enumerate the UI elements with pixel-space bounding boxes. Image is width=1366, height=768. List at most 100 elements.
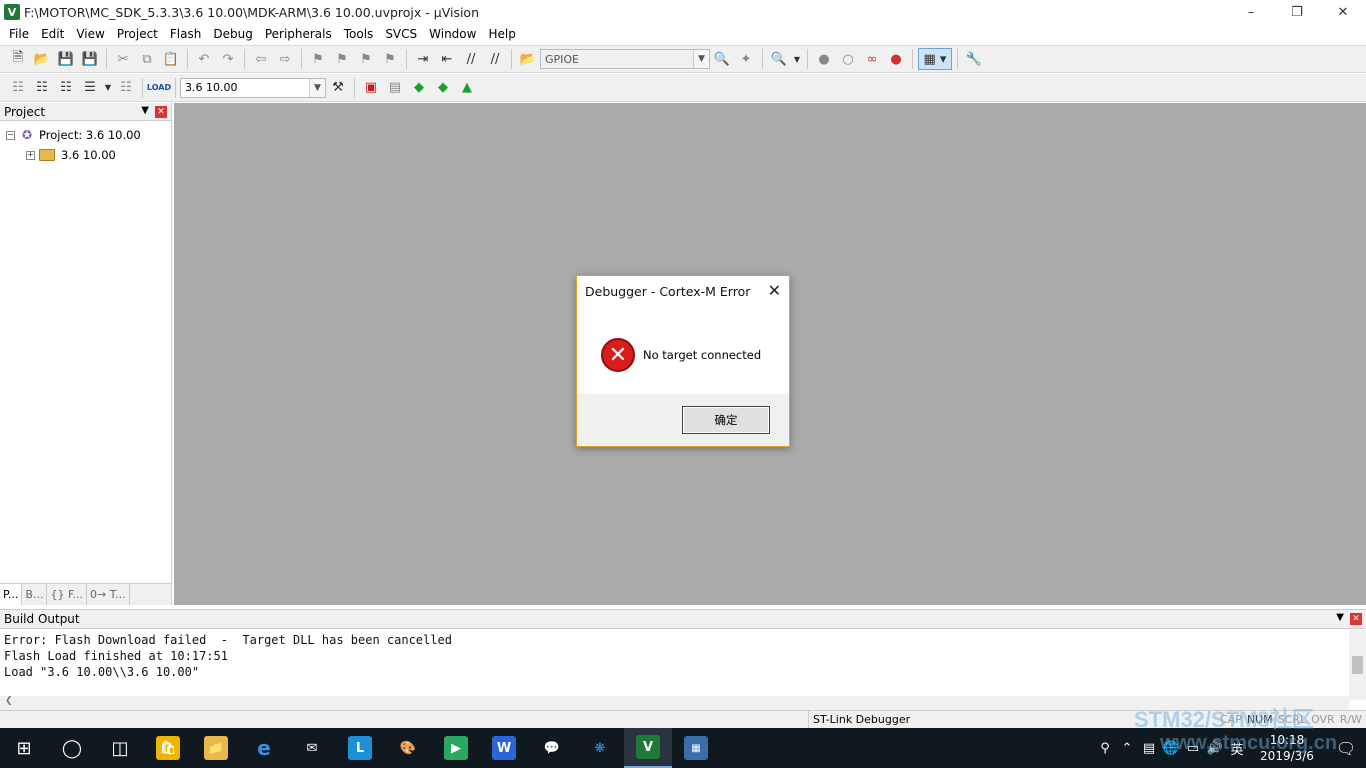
- menu-help[interactable]: Help: [482, 24, 521, 44]
- menu-view[interactable]: View: [70, 24, 110, 44]
- expand-icon[interactable]: +: [26, 150, 35, 160]
- menu-edit[interactable]: Edit: [35, 24, 70, 44]
- dropdown-arrow-icon[interactable]: ▼: [103, 77, 113, 99]
- software-packs-icon[interactable]: ▲: [456, 77, 478, 99]
- incremental-find-icon[interactable]: ✦: [735, 48, 757, 70]
- kill-breakpoints-icon[interactable]: ●: [885, 48, 907, 70]
- navigate-forward-icon[interactable]: ⇨: [274, 48, 296, 70]
- save-icon[interactable]: 💾: [55, 48, 77, 70]
- redo-icon[interactable]: ↷: [217, 48, 239, 70]
- target-combo[interactable]: 3.6 10.00 ▼: [180, 77, 326, 98]
- find-in-files-icon[interactable]: 📂: [517, 48, 539, 70]
- save-all-icon[interactable]: 💾: [79, 48, 101, 70]
- terminal-icon[interactable]: ▦: [672, 728, 720, 768]
- pack-installer-icon[interactable]: ◆: [408, 77, 430, 99]
- tab-project[interactable]: P...: [0, 584, 23, 605]
- battery-icon[interactable]: ▭: [1182, 741, 1204, 756]
- debug-session-icon[interactable]: 🔍: [768, 48, 790, 70]
- build-icon[interactable]: ☷: [31, 77, 53, 99]
- paste-icon[interactable]: 📋: [160, 48, 182, 70]
- restore-button[interactable]: ❐: [1274, 0, 1320, 24]
- dialog-close-icon[interactable]: ✕: [768, 281, 781, 300]
- scroll-left-icon[interactable]: ❮: [5, 696, 13, 706]
- enable-breakpoint-icon[interactable]: ○: [837, 48, 859, 70]
- target-options-icon[interactable]: ⚒: [327, 77, 349, 99]
- chevron-down-icon[interactable]: ▼: [693, 50, 709, 68]
- tab-functions[interactable]: {} F...: [47, 584, 88, 605]
- file-explorer-icon[interactable]: 📁: [192, 728, 240, 768]
- vertical-scrollbar[interactable]: [1349, 630, 1366, 700]
- close-window-button[interactable]: ✕: [1320, 0, 1366, 24]
- batch-build-icon[interactable]: ☰: [79, 77, 101, 99]
- pin-icon[interactable]: ▼: [1336, 612, 1344, 623]
- bookmark-insert-icon[interactable]: ⚑: [307, 48, 329, 70]
- select-packs-icon[interactable]: ▤: [384, 77, 406, 99]
- menu-flash[interactable]: Flash: [164, 24, 207, 44]
- edge-icon[interactable]: e: [240, 728, 288, 768]
- ok-button[interactable]: 确定: [682, 406, 770, 434]
- tree-target[interactable]: + 3.6 10.00: [6, 145, 171, 165]
- disable-breakpoints-icon[interactable]: ∞: [861, 48, 883, 70]
- comment-icon[interactable]: //: [460, 48, 482, 70]
- globe-icon[interactable]: 🌐: [1160, 741, 1182, 756]
- uvision-taskbar-icon[interactable]: V: [624, 728, 672, 768]
- rebuild-icon[interactable]: ☷: [55, 77, 77, 99]
- chevron-down-icon[interactable]: ▼: [309, 78, 325, 97]
- menu-peripherals[interactable]: Peripherals: [259, 24, 338, 44]
- volume-icon[interactable]: 🔊: [1204, 741, 1226, 756]
- run-time-environment-icon[interactable]: ◆: [432, 77, 454, 99]
- menu-svcs[interactable]: SVCS: [379, 24, 423, 44]
- bookmark-next-icon[interactable]: ⚑: [355, 48, 377, 70]
- indent-icon[interactable]: ⇥: [412, 48, 434, 70]
- start-windows-icon[interactable]: ⊞: [0, 728, 48, 768]
- tab-templates[interactable]: 0→ T...: [87, 584, 130, 605]
- cubemx-icon[interactable]: ❋: [576, 728, 624, 768]
- menu-project[interactable]: Project: [111, 24, 164, 44]
- mail-icon[interactable]: ✉: [288, 728, 336, 768]
- manage-project-items-icon[interactable]: ▣: [360, 77, 382, 99]
- network-icon[interactable]: ▤: [1138, 741, 1160, 756]
- chevron-up-icon[interactable]: ⌃: [1116, 741, 1138, 756]
- store-icon[interactable]: 🛍: [144, 728, 192, 768]
- find-combo[interactable]: GPIOE ▼: [540, 49, 710, 69]
- scroll-thumb[interactable]: [1352, 656, 1363, 674]
- notification-icon[interactable]: 🗨: [1326, 739, 1366, 758]
- app-l-icon[interactable]: L: [336, 728, 384, 768]
- close-icon[interactable]: ✕: [155, 106, 167, 118]
- new-file-icon[interactable]: 🗎: [7, 48, 29, 70]
- translate-icon[interactable]: ☷: [7, 77, 29, 99]
- configure-icon[interactable]: 🔧: [963, 48, 985, 70]
- load-download-icon[interactable]: LOAD: [147, 77, 171, 99]
- stop-build-icon[interactable]: ☷: [115, 77, 137, 99]
- collapse-icon[interactable]: −: [6, 130, 15, 140]
- bookmark-prev-icon[interactable]: ⚑: [331, 48, 353, 70]
- navigate-back-icon[interactable]: ⇦: [250, 48, 272, 70]
- wps-icon[interactable]: W: [480, 728, 528, 768]
- search-circle-icon[interactable]: ◯: [48, 728, 96, 768]
- minimize-button[interactable]: –: [1228, 0, 1274, 24]
- paint-icon[interactable]: 🎨: [384, 728, 432, 768]
- dropdown-arrow-icon[interactable]: ▼: [792, 48, 802, 70]
- people-icon[interactable]: ⚲: [1094, 741, 1116, 756]
- undo-icon[interactable]: ↶: [193, 48, 215, 70]
- unindent-icon[interactable]: ⇤: [436, 48, 458, 70]
- insert-breakpoint-icon[interactable]: ●: [813, 48, 835, 70]
- close-icon[interactable]: ✕: [1350, 613, 1362, 625]
- find-icon[interactable]: 🔍: [711, 48, 733, 70]
- wechat-icon[interactable]: 💬: [528, 728, 576, 768]
- cut-icon[interactable]: ✂: [112, 48, 134, 70]
- bookmark-clear-icon[interactable]: ⚑: [379, 48, 401, 70]
- window-layout-icon[interactable]: ▦ ▾: [918, 48, 952, 70]
- menu-tools[interactable]: Tools: [338, 24, 380, 44]
- copy-icon[interactable]: ⧉: [136, 48, 158, 70]
- menu-window[interactable]: Window: [423, 24, 482, 44]
- tab-books[interactable]: B...: [22, 584, 48, 605]
- tree-root[interactable]: − ✪ Project: 3.6 10.00: [6, 125, 171, 145]
- pin-icon[interactable]: ▼: [141, 105, 149, 116]
- uncomment-icon[interactable]: //: [484, 48, 506, 70]
- open-file-icon[interactable]: 📂: [31, 48, 53, 70]
- task-view-icon[interactable]: ◫: [96, 728, 144, 768]
- menu-debug[interactable]: Debug: [207, 24, 258, 44]
- ime-indicator[interactable]: 英: [1226, 739, 1248, 758]
- video-player-icon[interactable]: ▶: [432, 728, 480, 768]
